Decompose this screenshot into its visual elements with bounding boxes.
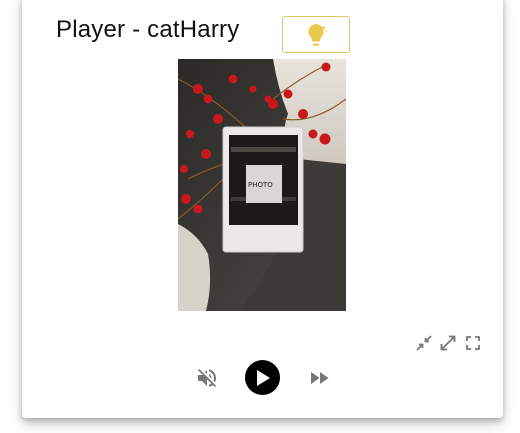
svg-text:PHOTO: PHOTO: [248, 181, 273, 189]
video-thumbnail: PHOTO: [178, 59, 346, 311]
fast-forward-icon: [311, 372, 329, 384]
play-button[interactable]: [245, 360, 280, 395]
lightbulb-button[interactable]: [282, 16, 350, 53]
collapse-icon: [416, 335, 432, 351]
expand-icon: [440, 335, 456, 351]
fullscreen-icon: [466, 336, 480, 350]
fullscreen-button[interactable]: [463, 333, 483, 353]
collapse-button[interactable]: [414, 333, 434, 353]
mute-button[interactable]: [194, 366, 220, 390]
expand-button[interactable]: [438, 333, 458, 353]
player-card: Player - catHarry PHOTO: [22, 0, 503, 418]
volume-off-icon: [198, 369, 216, 387]
play-icon: [256, 369, 270, 386]
lightbulb-icon: [308, 23, 328, 46]
video-frame[interactable]: PHOTO: [178, 59, 346, 311]
player-title: Player - catHarry: [56, 16, 240, 43]
fast-forward-button[interactable]: [306, 366, 332, 390]
